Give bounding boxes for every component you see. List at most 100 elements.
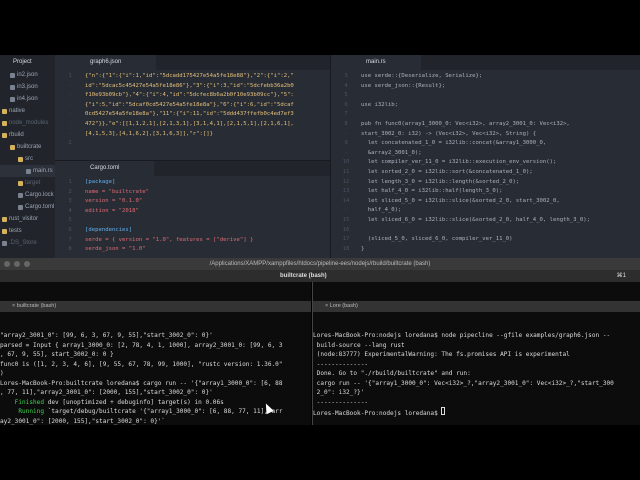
code-text: use serde_json::{Result}; — [361, 82, 446, 89]
code-text: let half_4_0 = i32lib::half(length_3_0); — [361, 188, 503, 195]
terminal-tab[interactable]: builtcrate (bash) — [280, 270, 327, 282]
terminal-line: -------------- — [313, 360, 640, 370]
terminal-line: (node:83777) ExperimentalWarning: The fs… — [313, 350, 640, 360]
line-number: · — [344, 130, 348, 137]
sidebar-item-label: builtcrate — [17, 144, 42, 150]
line-number: 1 — [68, 73, 72, 79]
sidebar-item[interactable]: native — [0, 105, 55, 117]
terminal-line: Done. Go to "./rbuild/builtcrate" and ru… — [313, 369, 640, 379]
line-number: 12 — [342, 178, 350, 185]
code-line: · 0cd5427e54a5fe18e8a"},"11":{"i":11,"id"… — [55, 110, 330, 120]
sidebar-item-label: Cargo.lock — [25, 192, 54, 198]
maximize-button[interactable] — [24, 261, 30, 267]
code-line: 12 let length_3_0 = i32lib::length(&sort… — [331, 178, 640, 188]
sidebar-item[interactable]: main.rs — [0, 165, 55, 177]
file-icon — [10, 84, 15, 90]
folder-icon — [18, 156, 23, 162]
code-line: 9 let concatenated_1_0 = i32lib::concat(… — [331, 139, 640, 149]
code-area[interactable]: 3 use serde::{Deserialize, Serialize}; 4 us… — [331, 70, 640, 254]
code-text: &array2_3001_0); — [361, 149, 422, 156]
terminal-line: -------------- — [313, 398, 640, 408]
minimize-button[interactable] — [14, 261, 20, 267]
sidebar-item[interactable]: .DS_Store — [0, 237, 55, 249]
sidebar-item[interactable]: src — [0, 153, 55, 165]
line-number: 5 — [344, 92, 348, 99]
terminal-text: -------------- — [313, 360, 369, 368]
terminal-pane-right[interactable]: × Lore (bash) Lores-MacBook-Pro:nodejs l… — [312, 282, 640, 425]
sidebar-item[interactable]: Cargo.lock — [0, 189, 55, 201]
terminal-cursor — [441, 407, 446, 415]
file-icon — [18, 192, 23, 198]
tab-cargo-toml[interactable]: Cargo.toml — [55, 161, 155, 176]
sidebar-item[interactable]: rbuild — [0, 129, 55, 141]
pane-tab[interactable]: builtcrate (bash) — [17, 303, 56, 309]
code-line: 1 [package] — [55, 178, 330, 188]
code-line: · {"i":5,"id":"5dcaf0cd5427e54a5fe18e8a"}… — [55, 101, 330, 111]
code-text: f10e93b09cb"},"4":{"i":4,"id":"5dcfec8b6… — [85, 92, 294, 99]
line-number: 9 — [344, 140, 348, 147]
sidebar-item[interactable]: rust_visitor — [0, 213, 55, 225]
sidebar-item[interactable]: tests — [0, 225, 55, 237]
code-line: 10 let compiler_ver_11_0 = i32lib::execu… — [331, 158, 640, 168]
terminal-line: Lores-MacBook-Pro:nodejs loredana$ — [313, 407, 640, 419]
code-line: 18} — [331, 245, 640, 255]
code-text: [dependencies] — [85, 226, 133, 233]
terminal-text: `target/debug/builtcrate '{"array1_3000_… — [44, 408, 283, 415]
code-area[interactable]: 1 [package] 2 name = "builtcrate" 3 version =… — [55, 176, 330, 255]
terminal-text: , 77, 11],"array2_3001_0": [2000, 155],"… — [0, 389, 213, 396]
code-line: 3 version = "0.1.0" — [55, 197, 330, 207]
sidebar-item-label: Cargo.toml — [25, 204, 55, 210]
pane-tab[interactable]: Lore (bash) — [330, 303, 358, 309]
file-icon — [18, 204, 23, 210]
line-number: 1 — [68, 179, 72, 185]
line-number: 7 — [68, 236, 72, 243]
sidebar-item-label: rbuild — [9, 132, 24, 138]
code-text: half_4_0); — [361, 207, 402, 214]
code-line: 5 — [55, 216, 330, 226]
line-number: · — [68, 130, 72, 137]
status-label: Running — [0, 408, 45, 415]
code-text: use serde::{Deserialize, Serialize}; — [361, 73, 483, 79]
sidebar-item[interactable]: target — [0, 177, 55, 189]
sidebar-item[interactable]: node_modules — [0, 117, 55, 129]
code-line: 17 (sliced_5_0, sliced_6_0, compiler_ver… — [331, 235, 640, 245]
line-number: 3 — [344, 73, 348, 79]
code-area[interactable]: 1 {"n":{"1":{"i":1,"id":"5dcadd175427e54a… — [55, 70, 330, 149]
tab-shortcut: ⌘1 — [616, 273, 626, 279]
code-line: · 472"}},"e":[[1,1,2,1],[2,1,3,1],[3,1,4,… — [55, 120, 330, 130]
sidebar-item-label: target — [25, 180, 41, 186]
sidebar-item-label: tests — [9, 228, 22, 234]
tab-main-rs[interactable]: main.rs — [331, 55, 421, 70]
code-text: let sliced_5_0 = i32lib::slice(&sorted_2… — [361, 197, 560, 204]
terminal-line: ay2_3001_0": [2000, 155],"start_3002_0":… — [0, 417, 311, 426]
code-text: edition = "2018" — [85, 207, 139, 214]
sidebar-item[interactable]: in4.json — [0, 93, 55, 105]
code-line: 15 let sliced_6_0 = i32lib::slice(&sorte… — [331, 216, 640, 226]
close-button[interactable] — [4, 261, 10, 267]
code-line: · id":"5dcac5c45427e54a5fe18e86"},"3":{"i… — [55, 82, 330, 92]
code-line: 2 — [55, 139, 330, 149]
sidebar-item-label: .DS_Store — [9, 240, 37, 246]
line-number: · — [68, 82, 72, 89]
sidebar-item[interactable]: Cargo.toml — [0, 201, 55, 213]
code-line: · f10e93b09cb"},"4":{"i":4,"id":"5dcfec8b… — [55, 91, 330, 101]
file-icon — [2, 240, 7, 246]
code-text: serde = { version = "1.0", features = ["… — [85, 236, 254, 243]
terminal-title-bar: /Applications/XAMPP/xamppfiles/htdocs/pi… — [0, 258, 640, 270]
sidebar-item[interactable]: in2.json — [0, 69, 55, 81]
code-text: 472"}},"e":[[1,1,2,1],[2,1,3,1],[3,1,4,1… — [85, 120, 294, 127]
sidebar-item[interactable]: builtcrate — [0, 141, 55, 153]
line-number: 5 — [68, 217, 72, 224]
sidebar-item-label: native — [9, 108, 26, 114]
sidebar-item[interactable]: in3.json — [0, 81, 55, 93]
terminal-line: ) — [0, 369, 311, 379]
line-number: · — [344, 207, 348, 214]
terminal-text: parsed = Input { array1_3000_0: [2, 78, … — [0, 341, 283, 349]
code-text: 0cd5427e54a5fe18e8a"},"11":{"i":11,"id":… — [85, 111, 294, 118]
line-number: · — [344, 149, 348, 156]
status-label: Finished — [0, 398, 45, 406]
sidebar-item-label: main.rs — [33, 168, 53, 174]
terminal-line: "array2_3001_0": [99, 6, 3, 67, 9, 55],"… — [0, 331, 311, 341]
terminal-line: 2_0": i32_?}' — [313, 388, 640, 398]
tab-graph6-json[interactable]: graph6.json — [55, 55, 157, 70]
